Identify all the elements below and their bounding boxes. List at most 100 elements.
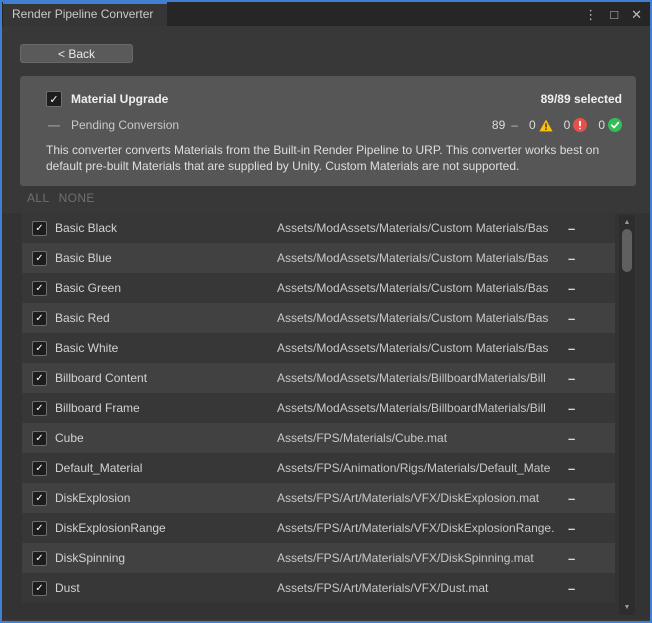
material-path: Assets/ModAssets/Materials/Custom Materi… xyxy=(277,281,565,295)
checkmark-icon: ✓ xyxy=(49,93,58,106)
back-button[interactable]: < Back xyxy=(20,44,133,63)
checkmark-icon: ✓ xyxy=(35,223,43,234)
error-count-group: 0 xyxy=(564,118,588,132)
material-name: Cube xyxy=(55,431,84,445)
row-checkbox[interactable]: ✓ xyxy=(32,581,47,596)
checkmark-icon: ✓ xyxy=(35,553,43,564)
row-checkbox[interactable]: ✓ xyxy=(32,251,47,266)
checkmark-icon: ✓ xyxy=(35,463,43,474)
converter-title: Material Upgrade xyxy=(71,92,168,106)
error-count: 0 xyxy=(564,118,571,132)
scrollbar[interactable]: ▲ ▼ xyxy=(619,215,635,615)
table-row[interactable]: ✓ Basic Black Assets/ModAssets/Materials… xyxy=(22,213,615,243)
tab-render-pipeline-converter[interactable]: Render Pipeline Converter xyxy=(3,2,167,26)
selected-count: 89/89 selected xyxy=(541,92,622,106)
scroll-up-icon[interactable]: ▲ xyxy=(619,219,635,226)
table-row[interactable]: ✓ Billboard Content Assets/ModAssets/Mat… xyxy=(22,363,615,393)
material-name: Basic Black xyxy=(55,221,117,235)
select-all-button[interactable]: ALL xyxy=(27,191,50,205)
table-row[interactable]: ✓ Basic Green Assets/ModAssets/Materials… xyxy=(22,273,615,303)
material-path: Assets/ModAssets/Materials/BillboardMate… xyxy=(277,401,565,415)
row-status-dash-icon: – xyxy=(568,281,575,296)
material-path: Assets/FPS/Art/Materials/VFX/DiskExplosi… xyxy=(277,491,565,505)
kebab-menu-icon[interactable]: ⋮ xyxy=(584,8,597,21)
error-icon xyxy=(573,118,587,132)
material-path: Assets/FPS/Materials/Cube.mat xyxy=(277,431,565,445)
row-checkbox[interactable]: ✓ xyxy=(32,491,47,506)
table-row[interactable]: ✓ DiskExplosionRange Assets/FPS/Art/Mate… xyxy=(22,513,615,543)
material-path: Assets/ModAssets/Materials/Custom Materi… xyxy=(277,311,565,325)
material-path: Assets/ModAssets/Materials/BillboardMate… xyxy=(277,371,565,385)
status-counts: 89 – 0 0 xyxy=(492,118,622,132)
window-title: Render Pipeline Converter xyxy=(12,7,153,21)
row-status-dash-icon: – xyxy=(568,311,575,326)
checkmark-icon: ✓ xyxy=(35,433,43,444)
material-list: ✓ Basic Black Assets/ModAssets/Materials… xyxy=(2,213,650,619)
row-status-dash-icon: – xyxy=(568,521,575,536)
row-checkbox[interactable]: ✓ xyxy=(32,431,47,446)
table-row[interactable]: ✓ Cube Assets/FPS/Materials/Cube.mat – xyxy=(22,423,615,453)
material-path: Assets/ModAssets/Materials/Custom Materi… xyxy=(277,251,565,265)
checkmark-icon: ✓ xyxy=(35,283,43,294)
converter-panel: ✓ Material Upgrade 89/89 selected — Pend… xyxy=(20,76,636,186)
row-status-dash-icon: – xyxy=(568,401,575,416)
titlebar: Render Pipeline Converter ⋮ □ ✕ xyxy=(2,2,650,26)
row-checkbox[interactable]: ✓ xyxy=(32,521,47,536)
table-row[interactable]: ✓ Default_Material Assets/FPS/Animation/… xyxy=(22,453,615,483)
table-row[interactable]: ✓ Dust Assets/FPS/Art/Materials/VFX/Dust… xyxy=(22,573,615,603)
list-header: ALL NONE xyxy=(27,191,95,205)
table-row[interactable]: ✓ Basic White Assets/ModAssets/Materials… xyxy=(22,333,615,363)
warning-icon xyxy=(539,119,553,132)
warning-count-group: 0 xyxy=(529,118,553,132)
row-checkbox[interactable]: ✓ xyxy=(32,281,47,296)
close-icon[interactable]: ✕ xyxy=(631,8,642,21)
material-path: Assets/FPS/Art/Materials/VFX/Dust.mat xyxy=(277,581,565,595)
material-path: Assets/ModAssets/Materials/Custom Materi… xyxy=(277,341,565,355)
checkmark-icon: ✓ xyxy=(35,523,43,534)
checkmark-icon: ✓ xyxy=(35,493,43,504)
material-name: DiskExplosionRange xyxy=(55,521,166,535)
table-row[interactable]: ✓ Billboard Frame Assets/ModAssets/Mater… xyxy=(22,393,615,423)
render-pipeline-converter-window: Render Pipeline Converter ⋮ □ ✕ < Back ✓… xyxy=(0,0,652,623)
material-name: Basic White xyxy=(55,341,118,355)
warning-count: 0 xyxy=(529,118,536,132)
checkmark-icon: ✓ xyxy=(35,313,43,324)
row-status-dash-icon: – xyxy=(568,221,575,236)
material-name: Billboard Content xyxy=(55,371,147,385)
foldout-dash-icon[interactable]: — xyxy=(46,118,62,132)
pending-dash-icon: – xyxy=(511,118,518,132)
row-status-dash-icon: – xyxy=(568,371,575,386)
table-row[interactable]: ✓ Basic Red Assets/ModAssets/Materials/C… xyxy=(22,303,615,333)
scrollbar-thumb[interactable] xyxy=(622,229,632,272)
row-checkbox[interactable]: ✓ xyxy=(32,371,47,386)
row-checkbox[interactable]: ✓ xyxy=(32,401,47,416)
table-row[interactable]: ✓ Basic Blue Assets/ModAssets/Materials/… xyxy=(22,243,615,273)
select-none-button[interactable]: NONE xyxy=(59,191,95,205)
material-name: Billboard Frame xyxy=(55,401,140,415)
row-checkbox[interactable]: ✓ xyxy=(32,311,47,326)
material-name: Basic Red xyxy=(55,311,110,325)
success-count-group: 0 xyxy=(598,118,622,132)
converter-description: This converter converts Materials from t… xyxy=(46,142,622,174)
material-name: Default_Material xyxy=(55,461,142,475)
material-path: Assets/FPS/Animation/Rigs/Materials/Defa… xyxy=(277,461,565,475)
material-path: Assets/FPS/Art/Materials/VFX/DiskSpinnin… xyxy=(277,551,565,565)
scroll-down-icon[interactable]: ▼ xyxy=(619,604,635,611)
row-checkbox[interactable]: ✓ xyxy=(32,221,47,236)
table-row[interactable]: ✓ DiskSpinning Assets/FPS/Art/Materials/… xyxy=(22,543,615,573)
success-count: 0 xyxy=(598,118,605,132)
converter-checkbox[interactable]: ✓ xyxy=(46,91,62,107)
titlebar-icons: ⋮ □ ✕ xyxy=(584,2,642,26)
row-checkbox[interactable]: ✓ xyxy=(32,341,47,356)
pending-conversion-label: Pending Conversion xyxy=(71,118,179,132)
row-checkbox[interactable]: ✓ xyxy=(32,551,47,566)
maximize-icon[interactable]: □ xyxy=(610,8,618,21)
material-name: Dust xyxy=(55,581,80,595)
row-checkbox[interactable]: ✓ xyxy=(32,461,47,476)
checkmark-icon: ✓ xyxy=(35,403,43,414)
row-status-dash-icon: – xyxy=(568,461,575,476)
material-name: Basic Green xyxy=(55,281,121,295)
table-row[interactable]: ✓ DiskExplosion Assets/FPS/Art/Materials… xyxy=(22,483,615,513)
pending-count: 89 xyxy=(492,118,505,132)
material-path: Assets/ModAssets/Materials/Custom Materi… xyxy=(277,221,565,235)
